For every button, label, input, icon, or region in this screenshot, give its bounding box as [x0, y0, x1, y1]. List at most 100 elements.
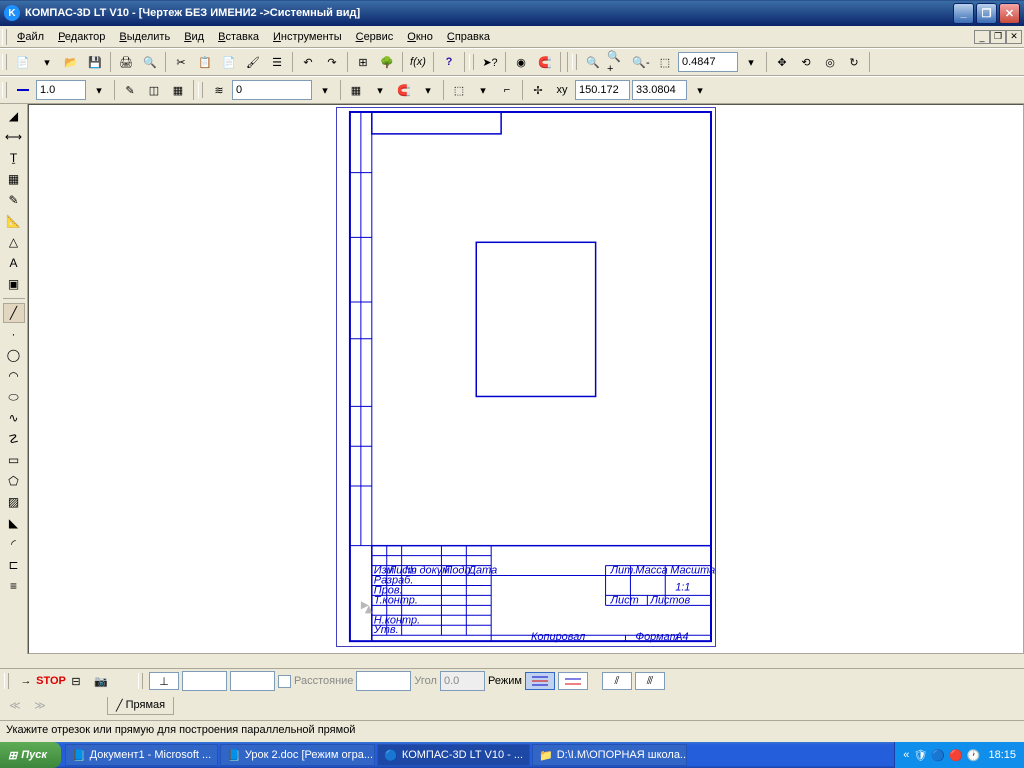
zoom-fit-button[interactable]: 🔍 [582, 51, 604, 73]
state-button-3[interactable]: ▦ [167, 79, 189, 101]
point1-y[interactable] [230, 671, 275, 691]
hatch-tool[interactable]: ▨ [3, 492, 25, 512]
polygon-tool[interactable]: ⬠ [3, 471, 25, 491]
print-button[interactable]: 🖨 [115, 51, 137, 73]
grip-handle[interactable] [4, 673, 9, 689]
line-style-icon[interactable] [12, 79, 34, 101]
mdi-close[interactable]: ✕ [1006, 30, 1022, 44]
style-input[interactable] [36, 80, 86, 100]
calc-button[interactable]: ▾ [689, 79, 711, 101]
save-button[interactable]: 💾 [84, 51, 106, 73]
properties-button[interactable]: ☰ [266, 51, 288, 73]
equidist-tool[interactable]: ⊏ [3, 555, 25, 575]
shield-icon[interactable]: 🛡 [913, 749, 927, 762]
mdi-restore[interactable]: ❐ [990, 30, 1006, 44]
grip-handle[interactable] [2, 29, 7, 45]
nav-right-button[interactable]: ≫ [29, 695, 51, 717]
redo-button[interactable]: ↷ [321, 51, 343, 73]
zoom-out-button[interactable]: 🔍- [630, 51, 652, 73]
mdi-minimize[interactable]: _ [974, 30, 990, 44]
mode-one-icon[interactable] [558, 672, 588, 690]
snap-dropdown[interactable]: ▾ [417, 79, 439, 101]
grip-handle[interactable] [469, 54, 474, 70]
text-icon[interactable]: Ṯ [3, 148, 25, 168]
state-button-2[interactable]: ◫ [143, 79, 165, 101]
grid-dropdown[interactable]: ▾ [369, 79, 391, 101]
drawing-area[interactable]: Изм Лист № докум. Подп. Дата Разраб. Про… [28, 104, 1024, 654]
start-button[interactable]: ⊞ Пуск [0, 742, 61, 768]
mode-both-icon[interactable] [525, 672, 555, 690]
create-object-button[interactable]: → [15, 670, 37, 692]
edit-icon[interactable]: ▦ [3, 169, 25, 189]
open-button[interactable]: 📂 [60, 51, 82, 73]
point1-button[interactable]: ⊥ [149, 672, 179, 690]
tray-expand-icon[interactable]: « [903, 749, 909, 761]
ortho-dropdown[interactable]: ▾ [472, 79, 494, 101]
copy-button[interactable]: 📋 [194, 51, 216, 73]
lcs-button[interactable]: ✢ [527, 79, 549, 101]
coords-icon[interactable]: xy [551, 79, 573, 101]
grip-handle[interactable] [138, 673, 143, 689]
polyline-tool[interactable]: ☡ [3, 429, 25, 449]
paste-button[interactable]: 📄 [218, 51, 240, 73]
auto-create-button[interactable]: ⊟ [65, 670, 87, 692]
grip-handle[interactable] [198, 82, 203, 98]
ortho-button[interactable]: ⬚ [448, 79, 470, 101]
taskbar-item[interactable]: 📁D:\I.M\ОПОРНАЯ школа... [532, 744, 687, 766]
snap-button2[interactable]: 🧲 [393, 79, 415, 101]
grip-handle[interactable] [2, 54, 7, 70]
orbit-button[interactable]: ◎ [819, 51, 841, 73]
style-hatch1-icon[interactable]: ⫽ [602, 672, 632, 690]
menu-инструменты[interactable]: Инструменты [266, 29, 349, 45]
volume-icon[interactable]: 🕐 [967, 749, 981, 762]
style-dropdown[interactable]: ▾ [88, 79, 110, 101]
layer-dropdown[interactable]: ▾ [314, 79, 336, 101]
state-button-1[interactable]: ✎ [119, 79, 141, 101]
y-coord-input[interactable] [632, 80, 687, 100]
rotate-button[interactable]: ⟲ [795, 51, 817, 73]
opt1-button[interactable]: ◉ [510, 51, 532, 73]
minimize-button[interactable]: _ [953, 3, 974, 24]
measure-icon[interactable]: 📐 [3, 211, 25, 231]
manager-button[interactable]: ⊞ [352, 51, 374, 73]
zoom-in-button[interactable]: 🔍+ [606, 51, 628, 73]
menu-вставка[interactable]: Вставка [211, 29, 266, 45]
point-tool[interactable]: · [3, 324, 25, 344]
grip-handle[interactable] [2, 82, 7, 98]
distance-input[interactable] [356, 671, 411, 691]
select-icon[interactable]: △ [3, 232, 25, 252]
dropdown-icon[interactable]: ▾ [36, 51, 58, 73]
layers-icon[interactable]: ≋ [208, 79, 230, 101]
nav-left-button[interactable]: ≪ [4, 695, 26, 717]
spline-tool[interactable]: ∿ [3, 408, 25, 428]
round-dim-button[interactable]: ⌐ [496, 79, 518, 101]
distance-checkbox[interactable] [278, 675, 291, 688]
menu-справка[interactable]: Справка [440, 29, 497, 45]
fillet-tool[interactable]: ◜ [3, 534, 25, 554]
rect-tool[interactable]: ▭ [3, 450, 25, 470]
style-hatch2-icon[interactable]: ⫻ [635, 672, 665, 690]
lang-icon[interactable]: 🔵 [931, 749, 945, 762]
geometry-icon[interactable]: ◢ [3, 106, 25, 126]
remember-state-button[interactable]: 📷 [90, 670, 112, 692]
cut-button[interactable]: ✂ [170, 51, 192, 73]
params-icon[interactable]: ✎ [3, 190, 25, 210]
zoom-window-button[interactable]: ⬚ [654, 51, 676, 73]
taskbar-item[interactable]: 📘Документ1 - Microsoft ... [65, 744, 218, 766]
zoom-input[interactable] [678, 52, 738, 72]
chamfer-tool[interactable]: ◣ [3, 513, 25, 533]
menu-выделить[interactable]: Выделить [112, 29, 177, 45]
menu-сервис[interactable]: Сервис [349, 29, 401, 45]
help-button[interactable]: ? [438, 51, 460, 73]
zoom-dropdown[interactable]: ▾ [740, 51, 762, 73]
x-coord-input[interactable] [575, 80, 630, 100]
grip-handle[interactable] [572, 54, 577, 70]
menu-вид[interactable]: Вид [177, 29, 211, 45]
taskbar-item[interactable]: 📘Урок 2.doc [Режим огра... [220, 744, 375, 766]
taskbar-item[interactable]: 🔵КОМПАС-3D LT V10 - ... [377, 744, 530, 766]
ellipse-tool[interactable]: ⬭ [3, 387, 25, 407]
flag-icon[interactable]: 🔴 [949, 749, 963, 762]
circle-tool[interactable]: ◯ [3, 345, 25, 365]
views-icon[interactable]: ▣ [3, 274, 25, 294]
clock[interactable]: 18:15 [988, 749, 1016, 761]
